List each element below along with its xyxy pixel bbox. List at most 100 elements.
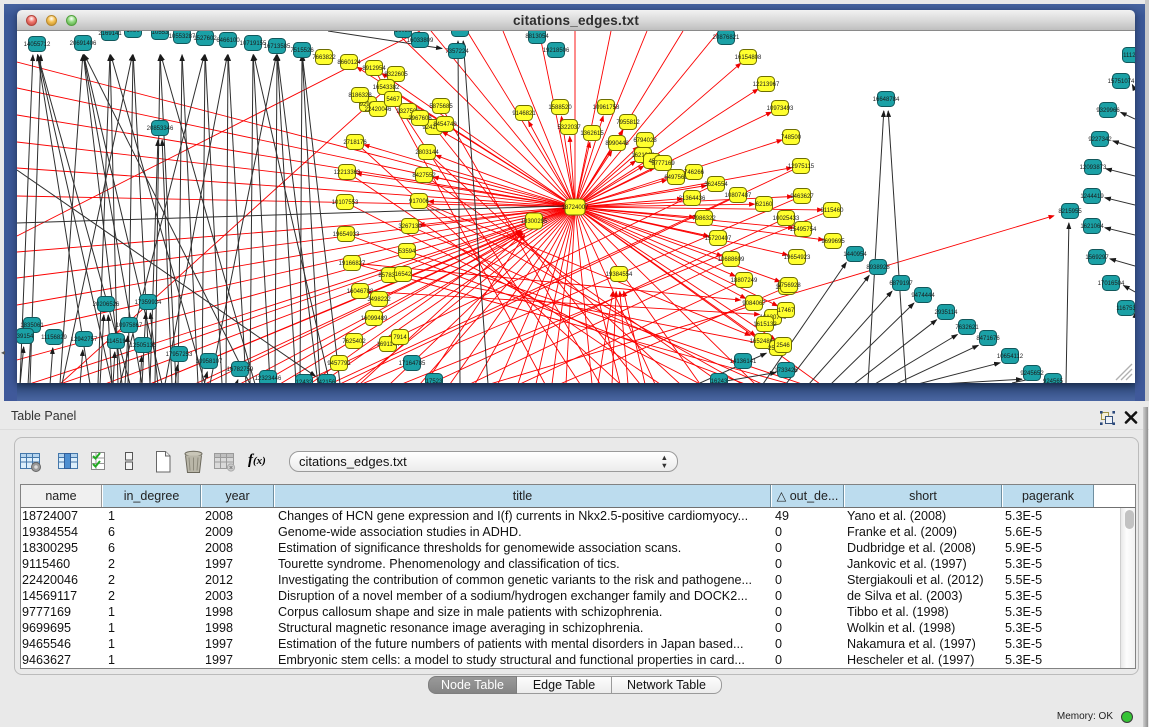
svg-text:11156829: 11156829 bbox=[41, 335, 67, 341]
svg-text:6879197: 6879197 bbox=[889, 281, 913, 287]
svg-text:1621064: 1621064 bbox=[1080, 224, 1104, 230]
svg-text:9457791: 9457791 bbox=[327, 361, 351, 367]
svg-text:10688609: 10688609 bbox=[718, 257, 745, 263]
svg-text:16033809: 16033809 bbox=[407, 38, 434, 44]
svg-text:42156: 42156 bbox=[319, 380, 336, 383]
svg-text:16648784: 16648784 bbox=[873, 97, 900, 103]
svg-text:10973493: 10973493 bbox=[767, 106, 794, 112]
svg-text:1036: 1036 bbox=[126, 31, 140, 34]
svg-text:10553287: 10553287 bbox=[169, 34, 196, 40]
svg-text:12942757: 12942757 bbox=[71, 337, 98, 343]
svg-text:16046788: 16046788 bbox=[347, 289, 374, 295]
svg-text:1569297: 1569297 bbox=[1085, 255, 1109, 261]
svg-text:20691406: 20691406 bbox=[70, 41, 97, 47]
svg-text:12213967: 12213967 bbox=[753, 82, 780, 88]
svg-text:917006: 917006 bbox=[409, 199, 430, 205]
svg-text:8912954: 8912954 bbox=[362, 66, 386, 72]
svg-text:9329966: 9329966 bbox=[1096, 108, 1120, 114]
svg-text:15751074: 15751074 bbox=[1108, 79, 1135, 85]
svg-text:7914: 7914 bbox=[393, 335, 407, 341]
svg-text:17016504: 17016504 bbox=[1098, 281, 1125, 287]
svg-text:8322605: 8322605 bbox=[384, 72, 408, 78]
svg-text:9115460: 9115460 bbox=[821, 208, 845, 214]
svg-text:9474444: 9474444 bbox=[911, 293, 935, 299]
svg-text:12093873: 12093873 bbox=[1080, 165, 1107, 171]
svg-text:16099489: 16099489 bbox=[361, 316, 388, 322]
svg-text:22420046: 22420046 bbox=[365, 107, 392, 113]
svg-text:7986322: 7986322 bbox=[692, 216, 716, 222]
svg-text:8814: 8814 bbox=[453, 31, 467, 33]
svg-text:19654933: 19654933 bbox=[333, 232, 360, 238]
svg-text:2546: 2546 bbox=[776, 343, 790, 349]
svg-text:9227342: 9227342 bbox=[1088, 137, 1112, 143]
svg-text:17523: 17523 bbox=[426, 379, 443, 383]
svg-text:10958107: 10958107 bbox=[196, 359, 223, 365]
svg-text:6794028: 6794028 bbox=[633, 138, 657, 144]
svg-text:14055712: 14055712 bbox=[24, 42, 51, 48]
svg-text:5322037: 5322037 bbox=[557, 125, 581, 131]
svg-text:20876821: 20876821 bbox=[713, 35, 740, 41]
svg-text:10553: 10553 bbox=[152, 31, 169, 36]
svg-text:1588520: 1588520 bbox=[548, 105, 572, 111]
svg-text:20853346: 20853346 bbox=[147, 126, 174, 132]
svg-text:12975115: 12975115 bbox=[788, 164, 815, 170]
svg-text:12432: 12432 bbox=[296, 380, 313, 383]
svg-text:19384554: 19384554 bbox=[606, 272, 633, 278]
svg-text:6466100: 6466100 bbox=[216, 38, 240, 44]
svg-text:3624554: 3624554 bbox=[704, 182, 728, 188]
svg-text:15495754: 15495754 bbox=[790, 227, 817, 233]
svg-text:5467: 5467 bbox=[386, 97, 400, 103]
svg-text:17467: 17467 bbox=[778, 308, 795, 314]
svg-text:16053: 16053 bbox=[395, 31, 412, 34]
svg-text:924565: 924565 bbox=[1043, 379, 1064, 383]
svg-text:1733426: 1733426 bbox=[774, 368, 798, 374]
svg-text:2169141: 2169141 bbox=[98, 31, 122, 37]
svg-text:16154808: 16154808 bbox=[735, 55, 762, 61]
svg-text:7632621: 7632621 bbox=[955, 325, 979, 331]
svg-text:16713585: 16713585 bbox=[264, 44, 291, 50]
svg-text:10107553: 10107553 bbox=[332, 200, 359, 206]
svg-text:3498222: 3498222 bbox=[367, 297, 391, 303]
svg-text:8471676: 8471676 bbox=[976, 336, 1000, 342]
svg-text:8990448: 8990448 bbox=[605, 141, 629, 147]
svg-text:8660124: 8660124 bbox=[337, 60, 361, 66]
svg-text:114519: 114519 bbox=[106, 339, 126, 345]
svg-text:53594: 53594 bbox=[399, 249, 416, 255]
svg-text:12323446: 12323446 bbox=[255, 376, 282, 382]
svg-text:7663822: 7663822 bbox=[312, 55, 336, 61]
svg-text:746266: 746266 bbox=[684, 170, 705, 176]
svg-text:10654112: 10654112 bbox=[997, 354, 1024, 360]
svg-text:39154: 39154 bbox=[17, 334, 34, 340]
svg-text:11125: 11125 bbox=[1123, 53, 1135, 59]
svg-text:19218506: 19218506 bbox=[543, 48, 570, 54]
svg-text:17359934: 17359934 bbox=[135, 300, 162, 306]
svg-text:10807487: 10807487 bbox=[725, 193, 752, 199]
svg-text:5875685: 5875685 bbox=[429, 104, 453, 110]
svg-text:18724007: 18724007 bbox=[562, 205, 589, 211]
svg-text:8454749: 8454749 bbox=[433, 122, 457, 128]
svg-text:8186328: 8186328 bbox=[348, 93, 372, 99]
svg-text:19654923: 19654923 bbox=[784, 255, 811, 261]
svg-text:7625402: 7625402 bbox=[342, 339, 366, 345]
svg-text:19166827: 19166827 bbox=[339, 261, 366, 267]
svg-text:8813054: 8813054 bbox=[525, 34, 549, 40]
svg-text:21364436: 21364436 bbox=[679, 196, 706, 202]
svg-text:9777169: 9777169 bbox=[651, 161, 675, 167]
svg-text:12213363: 12213363 bbox=[334, 170, 361, 176]
svg-text:10025433: 10025433 bbox=[773, 216, 800, 222]
svg-text:1527602: 1527602 bbox=[193, 36, 217, 42]
svg-text:1440954: 1440954 bbox=[843, 252, 867, 258]
svg-text:1244419: 1244419 bbox=[1080, 194, 1104, 200]
svg-text:9084067: 9084067 bbox=[742, 301, 766, 307]
svg-text:1362615: 1362615 bbox=[580, 131, 604, 137]
svg-text:12505135: 12505135 bbox=[130, 343, 157, 349]
svg-text:2935114: 2935114 bbox=[935, 310, 959, 316]
svg-text:17164785: 17164785 bbox=[399, 361, 426, 367]
svg-text:17957253: 17957253 bbox=[166, 352, 193, 358]
svg-text:8215955: 8215955 bbox=[1058, 209, 1082, 215]
svg-text:1615132: 1615132 bbox=[753, 322, 777, 328]
svg-text:116753: 116753 bbox=[1116, 306, 1135, 312]
svg-text:2803144: 2803144 bbox=[415, 150, 439, 156]
svg-text:62160: 62160 bbox=[756, 202, 773, 208]
svg-text:14136141: 14136141 bbox=[730, 359, 757, 365]
